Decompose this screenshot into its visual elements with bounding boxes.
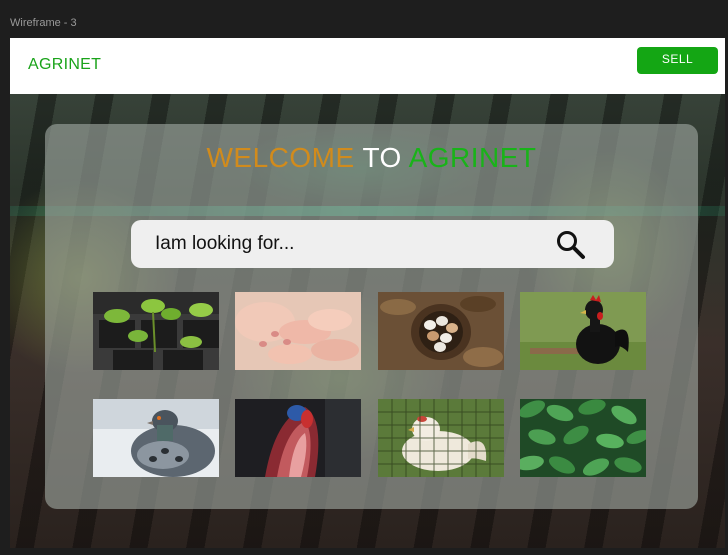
black-rooster-image	[520, 292, 646, 370]
gallery-item-turkey[interactable]	[235, 399, 361, 477]
white-hen-image	[378, 399, 504, 477]
search-icon[interactable]	[555, 229, 587, 261]
welcome-word: WELCOME	[206, 142, 355, 173]
search-bar[interactable]	[131, 220, 614, 268]
brand-logo[interactable]: AGRINET	[28, 56, 101, 74]
gallery-item-white-hen[interactable]	[378, 399, 504, 477]
agrinet-word: AGRINET	[408, 142, 537, 173]
gallery-item-piglets[interactable]	[235, 292, 361, 370]
gallery-item-pigeon[interactable]	[93, 399, 219, 477]
turkey-image	[235, 399, 361, 477]
welcome-heading: WELCOME TO AGRINET	[45, 142, 698, 174]
pigeon-image	[93, 399, 219, 477]
gallery-item-black-rooster[interactable]	[520, 292, 646, 370]
search-input[interactable]	[155, 220, 535, 268]
frame-label: Wireframe - 3	[10, 17, 77, 29]
eggs-nest-image	[378, 292, 504, 370]
gallery-item-green-leaves[interactable]	[520, 399, 646, 477]
to-word: TO	[362, 142, 402, 173]
hero-panel: WELCOME TO AGRINET	[45, 124, 698, 509]
top-navbar: AGRINET SELL	[10, 38, 725, 94]
sell-button[interactable]: SELL	[637, 47, 718, 74]
gallery-item-eggs-nest[interactable]	[378, 292, 504, 370]
piglets-image	[235, 292, 361, 370]
gallery-item-seedlings[interactable]	[93, 292, 219, 370]
seedlings-image	[93, 292, 219, 370]
page-frame: AGRINET SELL WELCOME TO AGRINET	[10, 38, 725, 548]
green-leaves-image	[520, 399, 646, 477]
